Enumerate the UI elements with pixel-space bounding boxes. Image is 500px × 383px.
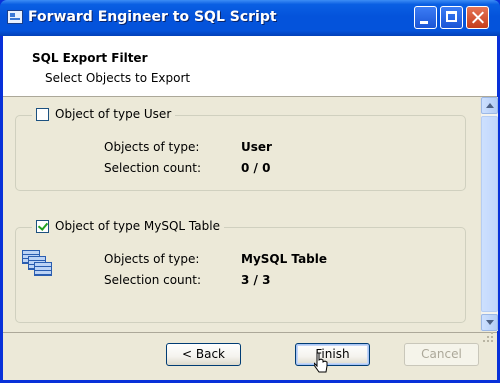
user-checkbox-label: Object of type User: [55, 107, 172, 121]
mysql-table-checkbox[interactable]: [36, 219, 49, 233]
selection-count-label: Selection count:: [104, 161, 202, 175]
objects-of-type-label: Objects of type:: [104, 140, 200, 154]
filter-group-user: Object of type User Objects of type: Use…: [15, 107, 466, 191]
wizard-header: SQL Export Filter Select Objects to Expo…: [3, 36, 497, 97]
dialog-window: Forward Engineer to SQL Script SQL Expor…: [0, 0, 500, 383]
filter-list: Object of type User Objects of type: Use…: [3, 97, 497, 331]
maximize-icon: [441, 7, 462, 28]
minimize-icon: [415, 7, 436, 28]
title-bar[interactable]: Forward Engineer to SQL Script: [0, 0, 500, 36]
maximize-button[interactable]: [440, 6, 463, 29]
selection-count-value: 3 / 3: [241, 273, 271, 287]
selection-count-label: Selection count:: [104, 273, 202, 287]
table-icon: [22, 250, 52, 276]
scrollbar-thumb[interactable]: [481, 116, 498, 312]
filter-group-user-toggle[interactable]: Object of type User: [32, 107, 176, 121]
page-title: SQL Export Filter: [32, 51, 148, 65]
vertical-scrollbar[interactable]: [480, 97, 498, 331]
minimize-button[interactable]: [414, 6, 437, 29]
finish-button[interactable]: Finish: [295, 343, 370, 366]
back-button[interactable]: < Back: [166, 343, 241, 366]
scroll-down-button[interactable]: [481, 314, 498, 331]
objects-of-type-label: Objects of type:: [104, 252, 200, 266]
user-checkbox[interactable]: [36, 107, 49, 121]
cancel-button[interactable]: Cancel: [404, 343, 479, 366]
filter-group-mysql-table-toggle[interactable]: Object of type MySQL Table: [32, 219, 224, 233]
close-icon: [467, 7, 488, 28]
mouse-cursor-icon: [314, 352, 328, 373]
selection-count-value: 0 / 0: [241, 161, 271, 175]
app-window-icon: [7, 10, 23, 24]
scroll-up-button[interactable]: [481, 97, 498, 114]
close-button[interactable]: [466, 6, 489, 29]
mysql-table-checkbox-label: Object of type MySQL Table: [55, 219, 220, 233]
resize-grip-icon[interactable]: [482, 331, 494, 343]
dialog-client-area: SQL Export Filter Select Objects to Expo…: [3, 36, 498, 380]
objects-of-type-value: User: [241, 140, 272, 154]
footer-divider: [3, 332, 497, 333]
filter-group-mysql-table: Object of type MySQL Table Objects of ty…: [15, 219, 466, 323]
objects-of-type-value: MySQL Table: [241, 252, 328, 266]
window-title: Forward Engineer to SQL Script: [28, 9, 277, 25]
page-subtitle: Select Objects to Export: [45, 71, 191, 85]
